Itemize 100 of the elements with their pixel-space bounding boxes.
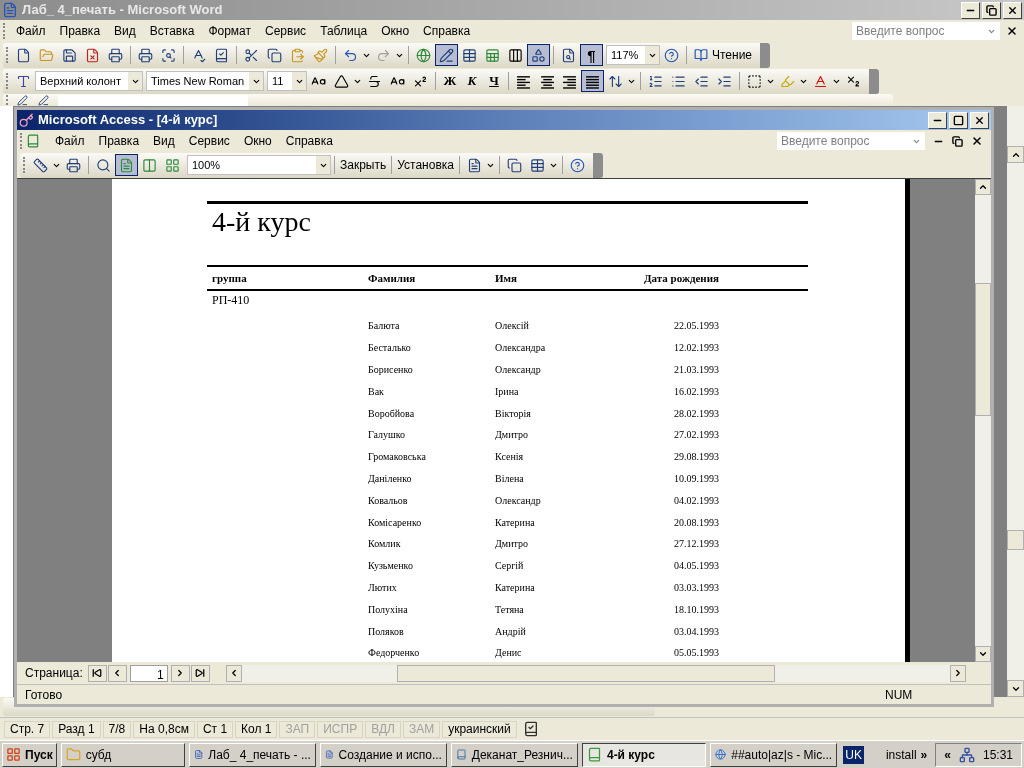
taskbar-button[interactable]: ##auto|az|s - Mic... <box>710 742 838 767</box>
maximize-icon[interactable] <box>953 114 964 126</box>
close-preview-button[interactable]: Закрыть <box>338 156 389 174</box>
taskbar-button[interactable]: субд <box>60 742 185 767</box>
menu-item[interactable]: Сервис <box>181 132 237 150</box>
restore-icon[interactable] <box>952 135 963 147</box>
menu-item[interactable]: Таблица <box>313 22 375 40</box>
restore-button[interactable] <box>982 1 1001 19</box>
menu-item[interactable]: Формат <box>201 22 259 40</box>
menu-item[interactable]: Окно <box>236 132 279 150</box>
table-cell-text: 05.05.1993 <box>673 646 719 661</box>
close-button[interactable] <box>970 111 989 129</box>
tray-expand-button[interactable]: « <box>944 745 951 764</box>
pencil-icon[interactable] <box>17 94 28 106</box>
close-icon[interactable] <box>971 135 983 147</box>
toolbar-label[interactable]: install <box>885 745 917 764</box>
show-marks-button[interactable]: ¶ <box>580 44 603 66</box>
menu-item[interactable]: Файл <box>48 132 92 150</box>
table-cell-text: Вікторія <box>495 406 532 421</box>
menu-item[interactable]: Вставка <box>142 22 202 40</box>
font-dropdown[interactable]: Times New Roman <box>146 71 264 91</box>
underline-button[interactable]: Ч <box>483 70 505 92</box>
menu-item[interactable]: Файл <box>9 22 53 40</box>
table-cell-text: 10.09.1993 <box>673 471 719 486</box>
font-size-dropdown[interactable]: 11 <box>267 71 307 91</box>
input-field[interactable] <box>58 94 248 106</box>
spelling-status-icon <box>522 721 539 737</box>
document-icon[interactable] <box>324 747 334 762</box>
bold-button[interactable]: Ж <box>439 70 461 92</box>
toolbar-options-handle[interactable] <box>760 42 771 68</box>
next-page-button[interactable] <box>170 664 190 682</box>
menu-item[interactable]: Вид <box>107 22 143 40</box>
scrollbar-thumb[interactable] <box>1007 530 1024 550</box>
status-panel: Разд 1 <box>52 720 101 738</box>
table-cell-text: Балюта <box>368 319 401 334</box>
start-button[interactable]: Пуск <box>2 742 57 767</box>
page-number-field[interactable]: 1 <box>129 664 168 682</box>
last-page-arrow-icon[interactable] <box>195 668 206 678</box>
menu-item[interactable]: Справка <box>416 22 478 40</box>
taskbar-button[interactable]: Деканат_Резнич... <box>450 742 578 767</box>
status-panel: украинский <box>442 720 517 738</box>
windows-logo-icon[interactable] <box>6 747 21 762</box>
close-icon[interactable] <box>1006 25 1018 37</box>
scrollbar-thumb[interactable] <box>975 283 991 416</box>
toolbar-grip[interactable] <box>6 73 9 89</box>
toolbar-grip[interactable] <box>23 157 26 173</box>
language-indicator[interactable]: UK <box>843 745 864 764</box>
status-panel: 7/8 <box>102 720 132 738</box>
scrollbar-thumb[interactable] <box>396 664 775 682</box>
book-icon[interactable] <box>694 48 708 62</box>
status-panel: ЗАМ <box>402 720 441 738</box>
maximize-button[interactable] <box>949 111 968 129</box>
more-chevron[interactable]: » <box>920 745 928 764</box>
toolbar-options-handle[interactable] <box>869 68 879 94</box>
toolbar-grip[interactable] <box>3 23 6 39</box>
first-page-button[interactable] <box>87 664 107 682</box>
toolbar-grip[interactable] <box>6 47 9 63</box>
menu-item[interactable]: Справка <box>278 132 340 150</box>
toolbar-options-handle[interactable] <box>592 152 603 178</box>
table-cell-text: Комлик <box>368 537 402 552</box>
menu-item[interactable]: Правка <box>52 22 108 40</box>
zoom-dropdown[interactable]: 117% <box>606 45 660 65</box>
page-setup-button[interactable]: Установка <box>395 156 456 174</box>
network-icon[interactable] <box>958 746 975 763</box>
clock: 15:31 <box>982 746 1013 764</box>
first-page-arrow-icon[interactable] <box>92 668 103 678</box>
menu-item[interactable]: Вид <box>146 132 182 150</box>
taskbar-button[interactable]: Создание и испо... <box>319 742 447 767</box>
taskbar-button[interactable]: 4-й курс <box>581 742 707 767</box>
help-search-field[interactable]: Введите вопрос <box>852 22 1000 40</box>
table-cell-text: Олександр <box>495 493 542 508</box>
previous-page-button[interactable] <box>107 664 127 682</box>
italic-button[interactable]: К <box>461 70 483 92</box>
toolbar-grip[interactable] <box>20 133 23 149</box>
table-cell-text: Лютих <box>368 580 398 595</box>
close-button[interactable] <box>1003 1 1022 19</box>
pencil-icon[interactable] <box>38 94 49 106</box>
scroll-left-button[interactable] <box>225 664 242 682</box>
taskbar-button[interactable]: Лаб_ 4_печать - ... <box>188 742 316 767</box>
book-icon <box>26 134 40 148</box>
scroll-right-button[interactable] <box>950 664 966 682</box>
style-dropdown[interactable]: Верхний колонт <box>35 71 143 91</box>
globe-icon[interactable] <box>715 747 727 762</box>
help-search-field[interactable]: Введите вопрос <box>777 132 925 150</box>
minimize-button[interactable] <box>928 111 947 129</box>
table-cell-text: Сергій <box>495 559 525 574</box>
menu-item[interactable]: Правка <box>91 132 147 150</box>
zoom-dropdown[interactable]: 100% <box>187 155 331 175</box>
book-icon[interactable] <box>586 747 602 762</box>
window-title: Лаб_ 4_печать - Microsoft Word <box>22 1 223 20</box>
document-icon[interactable] <box>193 747 204 762</box>
column-header: Имя <box>495 270 518 286</box>
minimize-button[interactable] <box>961 1 980 19</box>
last-page-button[interactable] <box>190 664 210 682</box>
close-icon[interactable] <box>974 114 985 126</box>
reading-button[interactable]: Чтение <box>690 44 757 66</box>
close-icon[interactable] <box>1007 4 1018 16</box>
menu-item[interactable]: Сервис <box>258 22 314 40</box>
restore-icon[interactable] <box>986 4 997 16</box>
menu-item[interactable]: Окно <box>374 22 417 40</box>
